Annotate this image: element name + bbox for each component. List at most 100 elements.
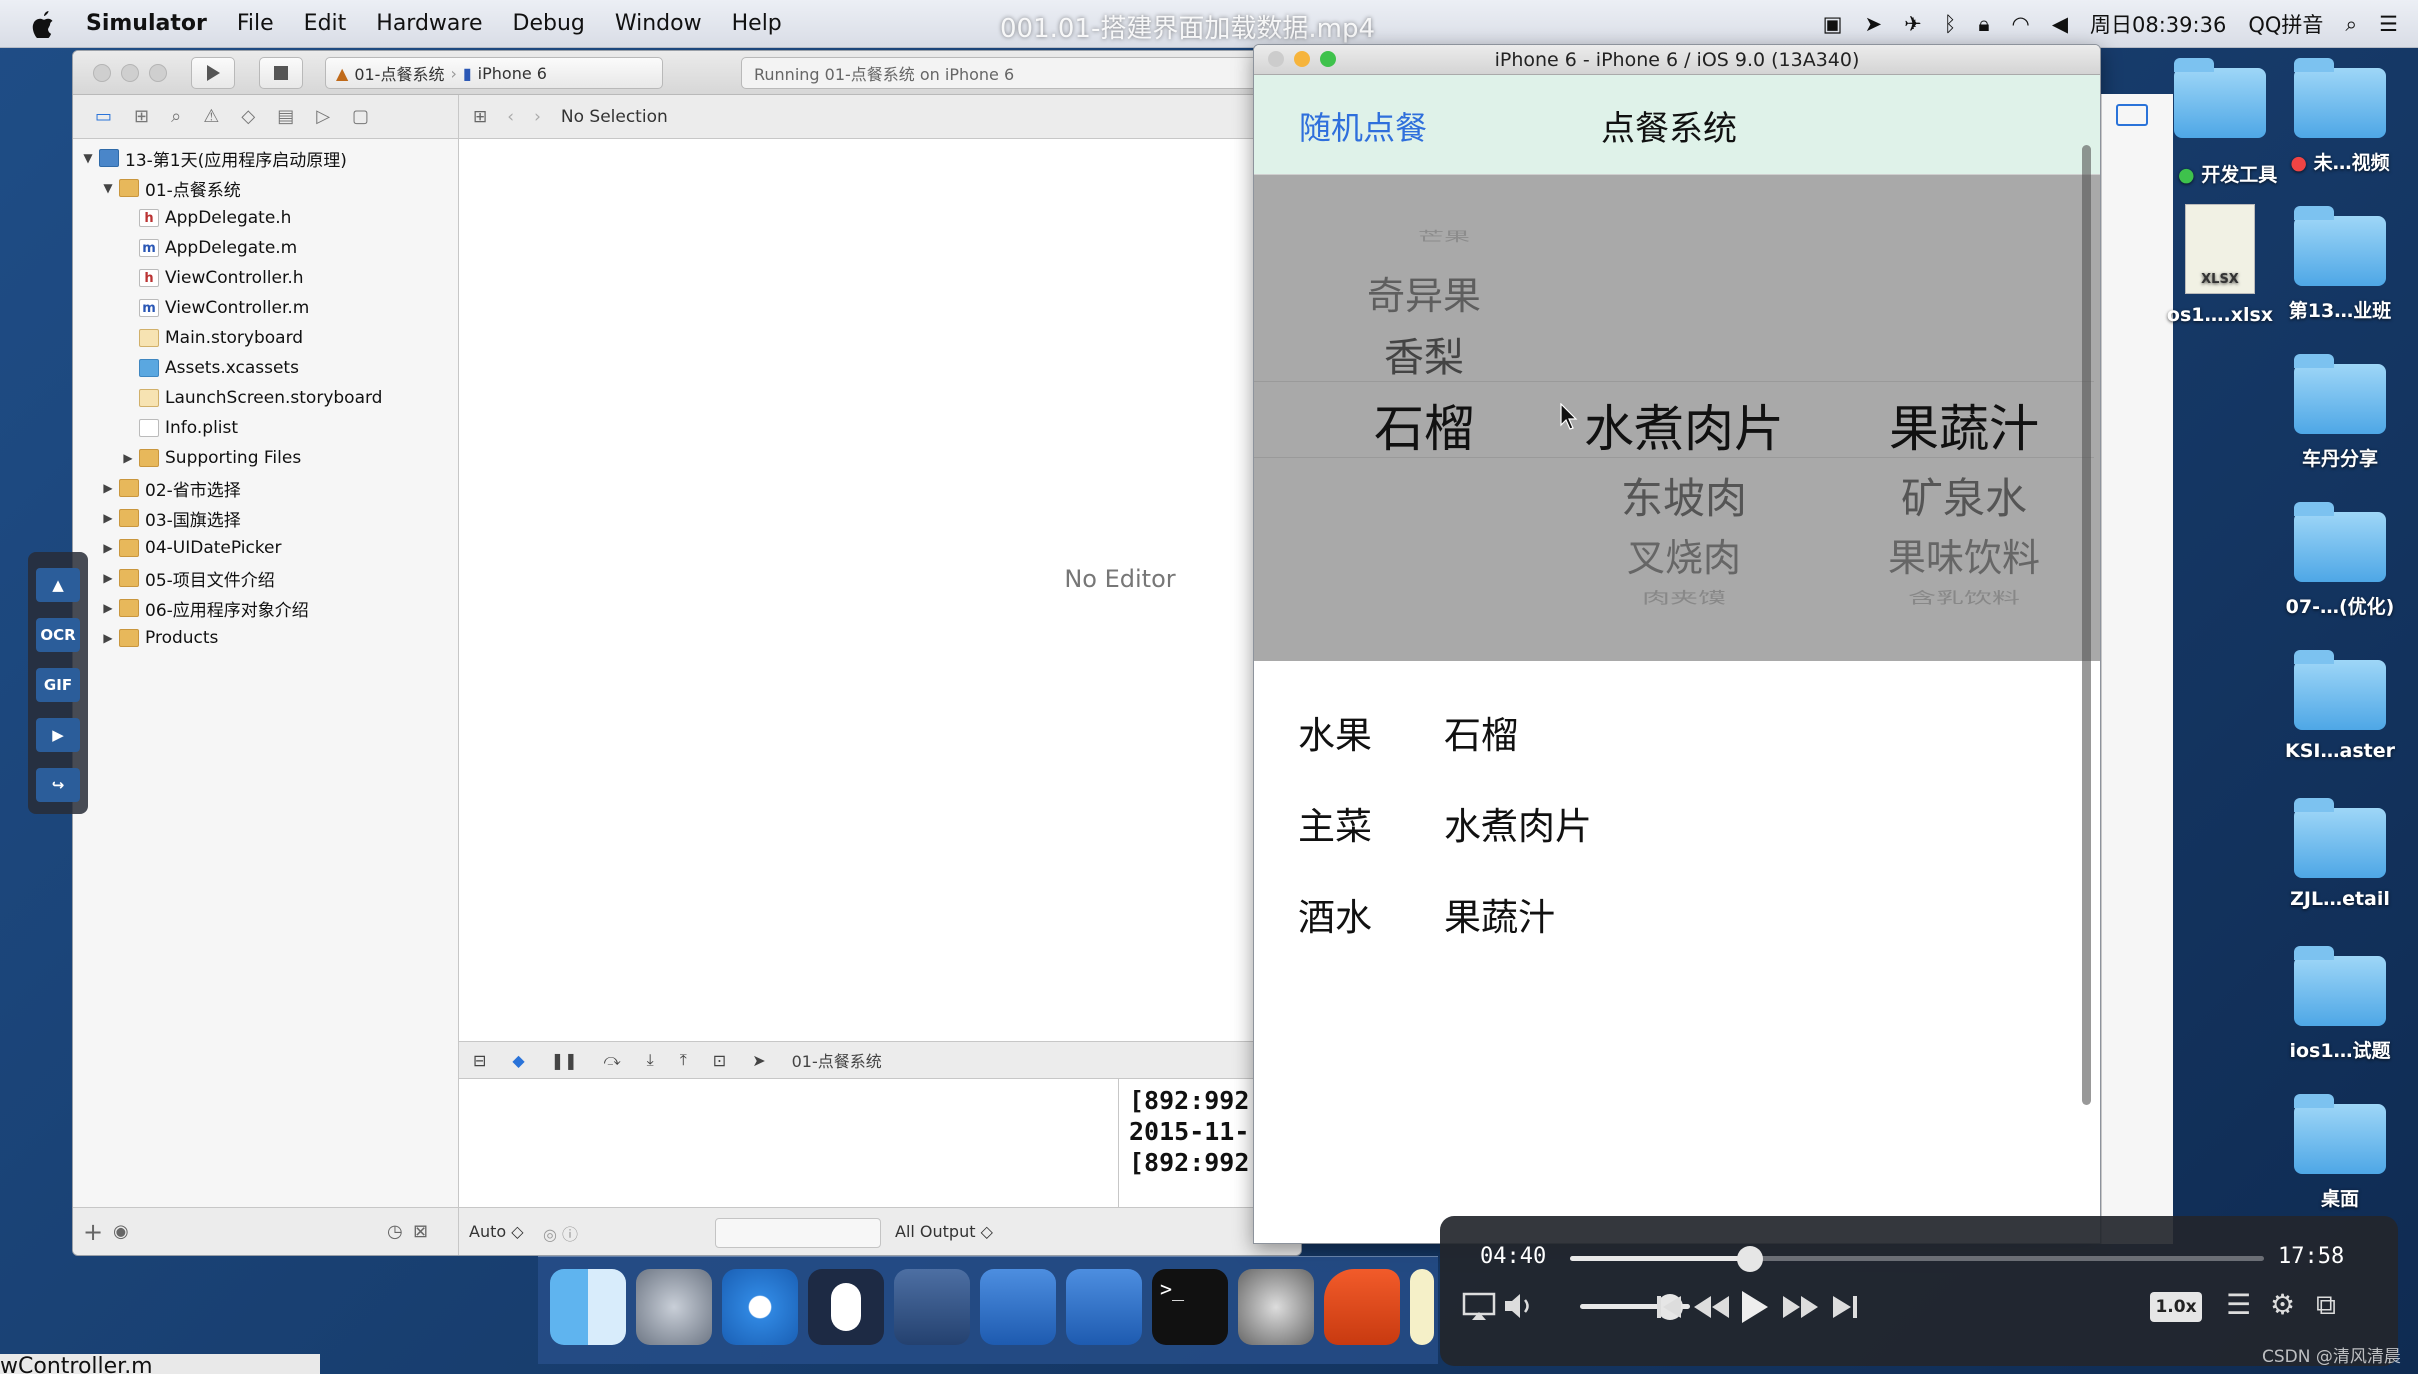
menu-window[interactable]: Window — [615, 11, 702, 36]
picker-item[interactable]: 东坡肉 — [1584, 465, 1784, 526]
jump-bar-selection[interactable]: No Selection — [561, 107, 668, 127]
desktop-folder[interactable]: ● 未…视频 — [2280, 58, 2400, 175]
settings-sliders-icon[interactable]: ⚙ — [2270, 1288, 2295, 1321]
input-method[interactable]: QQ拼音 — [2248, 9, 2323, 39]
view-debugger-icon[interactable]: ⊡ — [713, 1051, 726, 1070]
related-items-icon[interactable]: ⊞ — [473, 107, 487, 127]
fast-forward-icon[interactable] — [1780, 1292, 1820, 1322]
safari-icon[interactable] — [722, 1269, 798, 1345]
notification-list-icon[interactable]: ☰ — [2379, 12, 2398, 36]
ocr-button[interactable]: OCR — [36, 618, 80, 652]
navigator-row[interactable]: ▶ 03-国旗选择 — [73, 503, 241, 533]
report-navigator-icon[interactable]: ▢ — [352, 106, 369, 127]
window-minimize-button[interactable] — [121, 64, 139, 82]
play-icon[interactable] — [1738, 1288, 1770, 1326]
navigator-row[interactable]: ▼ 01-点餐系统 — [73, 173, 241, 203]
menu-hardware[interactable]: Hardware — [376, 11, 482, 36]
desktop-tag[interactable]: ● 开发工具 — [2178, 160, 2288, 187]
notes-icon[interactable] — [1410, 1269, 1434, 1345]
step-into-icon[interactable]: ⤓ — [647, 1050, 654, 1070]
simulate-location-icon[interactable]: ➤ — [752, 1051, 765, 1070]
window-close-button[interactable] — [93, 64, 111, 82]
rewind-icon[interactable] — [1692, 1292, 1732, 1322]
navigator-row[interactable]: ▶ 04-UIDatePicker — [73, 533, 281, 563]
variables-filter-input[interactable] — [715, 1218, 881, 1248]
find-navigator-icon[interactable]: ⌕ — [171, 106, 181, 127]
picker-item[interactable]: 肉夹馍 — [1594, 586, 1774, 608]
breakpoints-toggle-icon[interactable]: ◆ — [512, 1051, 524, 1070]
disclosure-collapsed-icon[interactable]: ▶ — [101, 631, 115, 645]
desktop-folder[interactable]: KSI…aster — [2280, 650, 2400, 762]
hide-debug-area-icon[interactable]: ⊟ — [473, 1051, 486, 1070]
skip-previous-icon[interactable] — [1654, 1292, 1684, 1322]
navigator-row[interactable]: h ViewController.h — [73, 263, 304, 293]
forward-chevron-icon[interactable]: › — [534, 107, 541, 127]
scrollbar[interactable] — [2082, 145, 2091, 1105]
picker-item[interactable]: 含乳饮料 — [1864, 586, 2064, 608]
navigator-row[interactable]: ▶ Products — [73, 623, 218, 653]
disclosure-expanded-icon[interactable]: ▼ — [101, 181, 115, 195]
playback-speed-button[interactable]: 1.0x — [2150, 1292, 2202, 1322]
navigator-row[interactable]: h AppDelegate.h — [73, 203, 291, 233]
navigator-row[interactable]: LaunchScreen.storyboard — [73, 383, 382, 413]
share-icon[interactable]: ↪ — [36, 768, 80, 802]
sim-zoom-button[interactable] — [1320, 51, 1336, 67]
launchpad-icon[interactable] — [636, 1269, 712, 1345]
picker-item[interactable]: 香梨 — [1314, 325, 1534, 383]
desktop-file-xlsx[interactable]: XLSX os1….xlsx — [2160, 204, 2280, 326]
stop-button[interactable] — [259, 57, 303, 89]
picker-selected-drink[interactable]: 果蔬汁 — [1854, 389, 2074, 461]
navigator-row[interactable]: ▶ 05-项目文件介绍 — [73, 563, 275, 593]
step-over-icon[interactable]: ⤼ — [604, 1050, 621, 1070]
picker-selected-fruit[interactable]: 石榴 — [1314, 389, 1534, 461]
finder-icon[interactable] — [550, 1269, 626, 1345]
system-preferences-icon[interactable] — [1238, 1269, 1314, 1345]
mouse-app-icon[interactable] — [808, 1269, 884, 1345]
terminal-icon[interactable]: >_ — [1152, 1269, 1228, 1345]
disclosure-collapsed-icon[interactable]: ▶ — [121, 451, 135, 465]
disclosure-collapsed-icon[interactable]: ▶ — [101, 511, 115, 525]
volume-icon[interactable] — [1502, 1290, 1536, 1322]
skip-next-icon[interactable] — [1830, 1292, 1860, 1322]
navigator-row[interactable]: ▶ 02-省市选择 — [73, 473, 241, 503]
xcode-icon[interactable] — [980, 1269, 1056, 1345]
playlist-icon[interactable]: ☰ — [2226, 1288, 2251, 1321]
spotlight-search-icon[interactable]: ⌕ — [2345, 12, 2357, 37]
disclosure-collapsed-icon[interactable]: ▶ — [101, 601, 115, 615]
presentation-app-icon[interactable] — [1324, 1269, 1400, 1345]
wifi-icon[interactable]: ◠ — [2012, 12, 2030, 36]
add-icon[interactable]: + — [83, 1218, 103, 1246]
disclosure-expanded-icon[interactable]: ▼ — [81, 151, 95, 165]
back-chevron-icon[interactable]: ‹ — [507, 107, 514, 127]
video-capture-icon[interactable]: ▶ — [36, 718, 80, 752]
volume-icon[interactable]: ◀ — [2052, 12, 2068, 36]
run-button[interactable] — [191, 57, 235, 89]
debug-target[interactable]: 01-点餐系统 — [792, 1048, 882, 1072]
desktop-folder[interactable]: ZJL…etail — [2280, 798, 2400, 910]
apple-icon[interactable] — [28, 9, 56, 39]
desktop-folder[interactable] — [2160, 58, 2280, 148]
lock-icon[interactable]: 🔒︎ — [1978, 12, 1989, 37]
navigator-row[interactable]: Main.storyboard — [73, 323, 303, 353]
test-navigator-icon[interactable]: ◇ — [241, 106, 255, 127]
seek-bar[interactable] — [1570, 1246, 2264, 1272]
pause-icon[interactable]: ❚❚ — [551, 1051, 578, 1070]
desktop-folder[interactable]: 07-…(优化) — [2280, 502, 2400, 619]
desktop-folder[interactable]: 第13…业班 — [2280, 206, 2400, 323]
disclosure-collapsed-icon[interactable]: ▶ — [101, 571, 115, 585]
navigator-row[interactable]: m ViewController.m — [73, 293, 309, 323]
scheme-selector[interactable]: ▲ 01-点餐系统 › ▮ iPhone 6 — [325, 57, 663, 89]
disclosure-collapsed-icon[interactable]: ▶ — [101, 541, 115, 555]
navigator-row[interactable]: m AppDelegate.m — [73, 233, 297, 263]
breakpoint-navigator-icon[interactable]: ▷ — [316, 106, 330, 127]
instruments-icon[interactable] — [1066, 1269, 1142, 1345]
menu-help[interactable]: Help — [732, 11, 782, 36]
desktop-folder[interactable]: 桌面 — [2280, 1094, 2400, 1211]
gif-button[interactable]: GIF — [36, 668, 80, 702]
menu-debug[interactable]: Debug — [513, 11, 585, 36]
picker-item[interactable]: 芒果 — [1344, 226, 1544, 245]
auto-selector[interactable]: Auto ◇ — [469, 1222, 524, 1241]
screen-record-icon[interactable]: ▣ — [1823, 12, 1843, 36]
disclosure-collapsed-icon[interactable]: ▶ — [101, 481, 115, 495]
picture-in-picture-icon[interactable]: ⧉ — [2316, 1288, 2336, 1322]
